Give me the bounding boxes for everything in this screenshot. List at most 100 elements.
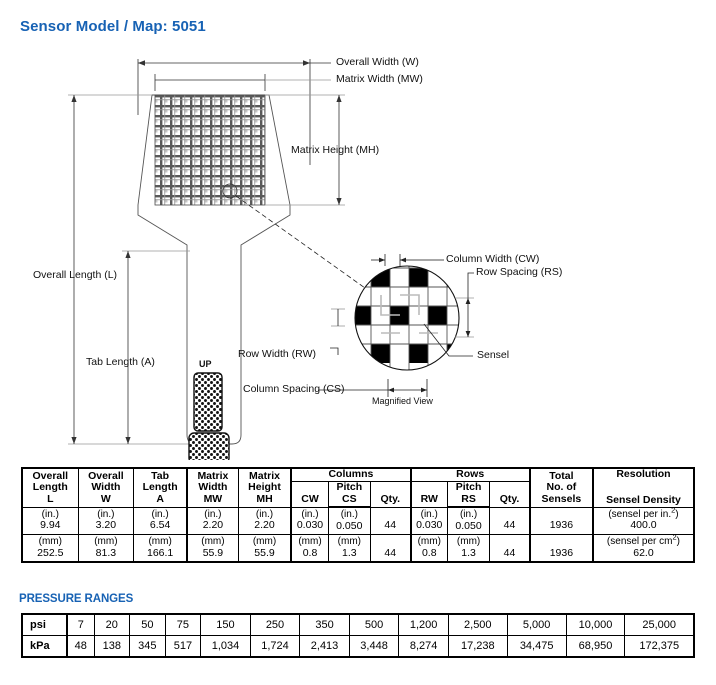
cell-overall-length: (in.) 9.94 <box>20 506 79 535</box>
label-magnified-view: Magnified View <box>372 396 433 406</box>
cell-kpa-12: 172,375 <box>624 635 696 658</box>
cell-col-qty: 44 <box>369 506 412 535</box>
cell-row-pitch-rs: (mm) 1.3 <box>446 534 491 563</box>
cell-col-cw: (mm) 0.8 <box>290 534 329 563</box>
th-total-sensels: Total No. of Sensels <box>529 467 594 508</box>
th-overall-length: Overall Length L <box>20 467 79 508</box>
cell-total-sensels: 1936 <box>529 534 594 563</box>
cell-row-qty: 44 <box>489 534 531 563</box>
th-group-columns: Columns <box>290 467 412 482</box>
cell-psi-5: 250 <box>249 613 301 636</box>
cell-col-qty: 44 <box>369 534 412 563</box>
label-matrix-height: Matrix Height (MH) <box>291 144 380 156</box>
label-tab-length: Tab Length (A) <box>86 356 155 368</box>
th-row-rw: RW <box>410 481 448 507</box>
cell-total-sensels: 1936 <box>529 506 594 535</box>
cell-psi-3: 75 <box>164 613 202 636</box>
pressure-ranges-table: psi 7 20 50 75 150 250 350 500 1,200 2,5… <box>21 613 696 658</box>
sensor-matrix-area <box>154 94 266 206</box>
cell-row-rw: (mm) 0.8 <box>410 534 448 563</box>
cell-kpa-label: kPa <box>21 635 68 658</box>
label-column-width: Column Width (CW) <box>446 253 540 265</box>
th-col-pitch-cs-2: CS <box>327 494 371 508</box>
cell-kpa-6: 2,413 <box>299 635 350 658</box>
cell-col-pitch-cs: (in.) 0.050 <box>327 506 371 535</box>
label-overall-length: Overall Length (L) <box>33 269 118 281</box>
label-column-spacing: Column Spacing (CS) <box>243 383 345 395</box>
cell-kpa-1: 138 <box>93 635 131 658</box>
cell-matrix-width: (in.) 2.20 <box>186 506 239 535</box>
th-matrix-height: Matrix Height MH <box>237 467 293 508</box>
resolution-unit: (sensel per cm2) <box>606 532 681 547</box>
cell-kpa-10: 34,475 <box>506 635 567 658</box>
cell-row-pitch-rs: (in.) 0.050 <box>446 506 491 535</box>
spec-header-row-1: Overall Length L Overall Width W Tab Len… <box>20 467 696 508</box>
table-row: (mm) 252.5 (mm) 81.3 (mm) 166.1 (mm) 55.… <box>20 532 696 563</box>
th-overall-width: Overall Width W <box>77 467 135 508</box>
cell-kpa-3: 517 <box>164 635 202 658</box>
cell-tab-length: (mm) 166.1 <box>133 534 189 563</box>
label-row-width: Row Width (RW) <box>238 348 316 360</box>
cell-overall-width: (mm) 81.3 <box>77 534 135 563</box>
cell-overall-width: (in.) 3.20 <box>77 506 135 535</box>
table-row: kPa 48 138 345 517 1,034 1,724 2,413 3,4… <box>21 635 696 658</box>
cell-psi-10: 5,000 <box>506 613 567 636</box>
th-row-pitch-rs-2: RS <box>446 494 491 508</box>
spec-table-body: (in.) 9.94 (in.) 3.20 (in.) 6.54 (in.) 2… <box>20 506 696 563</box>
cell-row-qty: 44 <box>489 506 531 535</box>
label-overall-width: Overall Width (W) <box>336 56 419 68</box>
cell-matrix-height: (in.) 2.20 <box>237 506 293 535</box>
cell-kpa-8: 8,274 <box>398 635 449 658</box>
th-col-qty: Qty. <box>369 481 412 507</box>
cell-tab-length: (in.) 6.54 <box>133 506 189 535</box>
cell-kpa-5: 1,724 <box>249 635 301 658</box>
label-row-spacing: Row Spacing (RS) <box>476 266 563 278</box>
table-row: psi 7 20 50 75 150 250 350 500 1,200 2,5… <box>21 613 696 636</box>
cell-psi-2: 50 <box>129 613 166 636</box>
sensor-diagram: Overall Width (W) Matrix Width (MW) Matr… <box>0 45 716 464</box>
cell-psi-6: 350 <box>299 613 350 636</box>
cell-psi-label: psi <box>21 613 68 636</box>
cell-psi-0: 7 <box>66 613 95 636</box>
th-row-qty: Qty. <box>489 481 531 507</box>
cell-psi-11: 10,000 <box>565 613 626 636</box>
page-title: Sensor Model / Map: 5051 <box>20 18 206 35</box>
cell-psi-7: 500 <box>348 613 400 636</box>
cell-matrix-height: (mm) 55.9 <box>237 534 293 563</box>
cell-psi-1: 20 <box>93 613 131 636</box>
cell-psi-4: 150 <box>200 613 251 636</box>
cell-kpa-11: 68,950 <box>565 635 626 658</box>
cell-row-rw: (in.) 0.030 <box>410 506 448 535</box>
th-row-pitch-rs-1: Pitch <box>446 481 491 494</box>
sensor-diagram-svg <box>68 59 474 464</box>
pressure-table-body: psi 7 20 50 75 150 250 350 500 1,200 2,5… <box>21 613 696 658</box>
th-matrix-width: Matrix Width MW <box>186 467 239 508</box>
label-up: UP <box>199 359 212 369</box>
spec-table-head: Overall Length L Overall Width W Tab Len… <box>20 467 696 508</box>
dim-matrix-width <box>154 74 331 91</box>
cell-col-cw: (in.) 0.030 <box>290 506 329 535</box>
cell-col-pitch-cs: (mm) 1.3 <box>327 534 371 563</box>
th-resolution: Resolution Sensel Density <box>592 467 696 508</box>
cell-kpa-9: 17,238 <box>447 635 508 658</box>
cell-kpa-4: 1,034 <box>200 635 251 658</box>
cell-kpa-0: 48 <box>66 635 95 658</box>
table-row: (in.) 9.94 (in.) 3.20 (in.) 6.54 (in.) 2… <box>20 506 696 535</box>
pressure-ranges-heading: PRESSURE RANGES <box>19 593 134 605</box>
th-tab-length: Tab Length A <box>133 467 189 508</box>
cell-resolution: (sensel per in.2) 400.0 <box>592 506 696 535</box>
cell-matrix-width: (mm) 55.9 <box>186 534 239 563</box>
th-col-cw: CW <box>290 481 329 507</box>
th-col-pitch-cs-1: Pitch <box>327 481 371 494</box>
cell-psi-8: 1,200 <box>398 613 449 636</box>
cell-psi-12: 25,000 <box>624 613 696 636</box>
label-sensel: Sensel <box>477 349 510 361</box>
cell-overall-length: (mm) 252.5 <box>20 534 79 563</box>
dim-tab-length <box>122 250 190 444</box>
specifications-table: Overall Length L Overall Width W Tab Len… <box>20 467 696 563</box>
label-matrix-width: Matrix Width (MW) <box>336 73 423 85</box>
cell-kpa-2: 345 <box>129 635 166 658</box>
cell-resolution: (sensel per cm2) 62.0 <box>592 532 696 563</box>
dim-row-width <box>330 308 345 355</box>
cell-kpa-7: 3,448 <box>348 635 400 658</box>
